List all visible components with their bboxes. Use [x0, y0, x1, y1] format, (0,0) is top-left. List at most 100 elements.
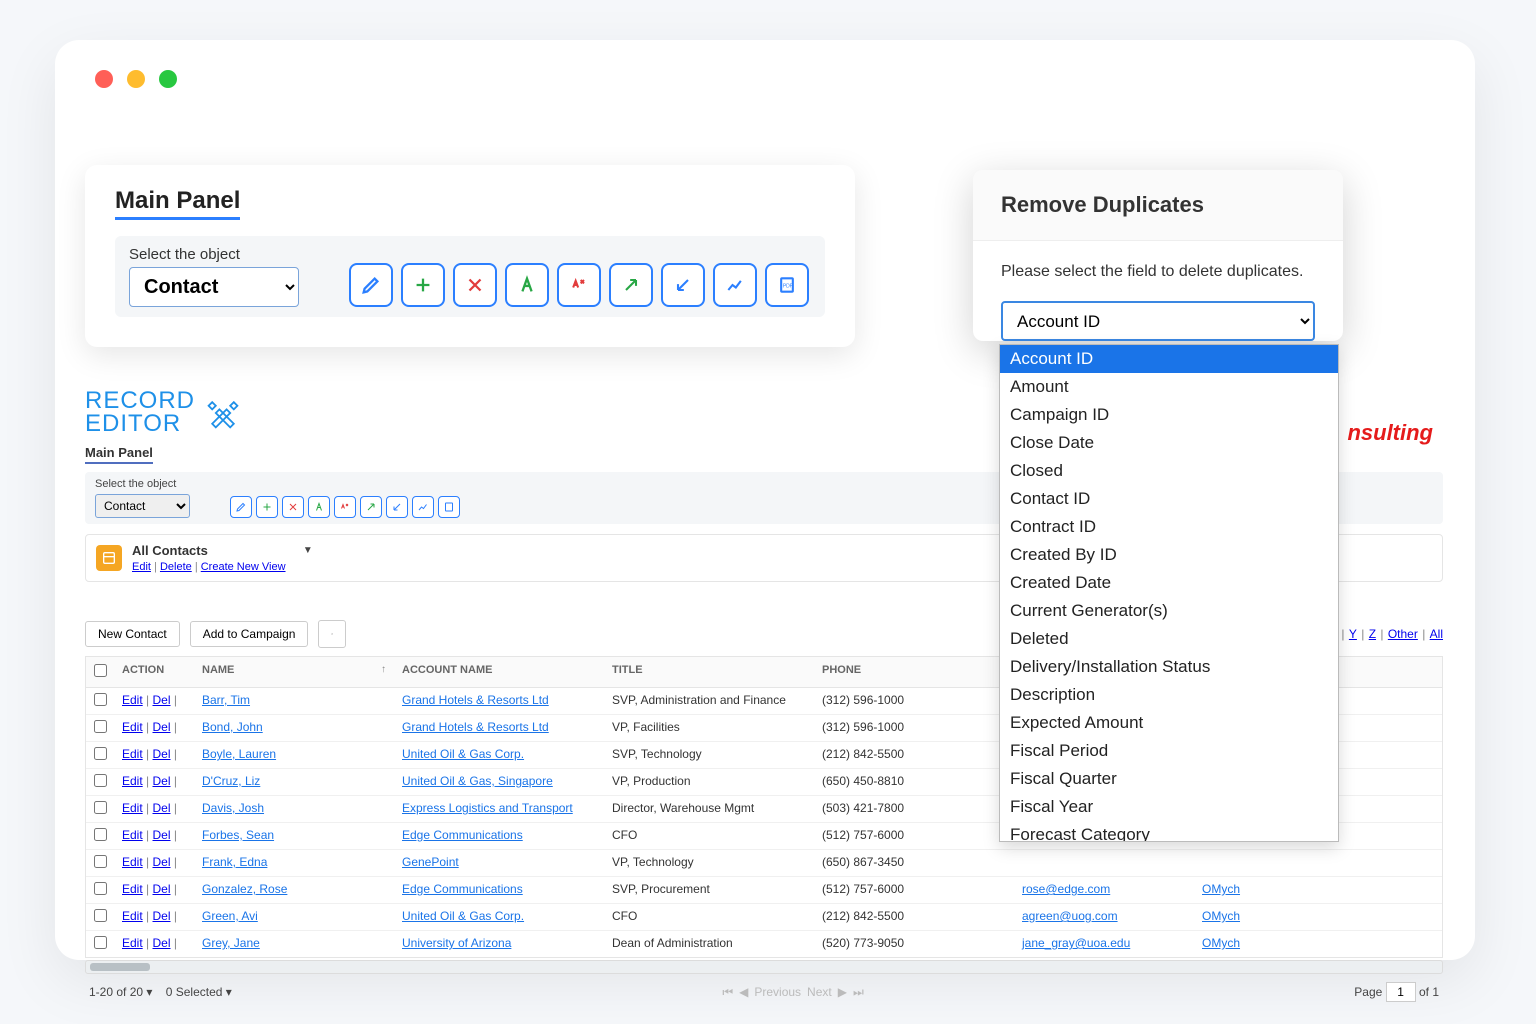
- sm-edit-button[interactable]: [230, 496, 252, 518]
- row-edit-link[interactable]: Edit: [122, 882, 143, 896]
- pdf-button[interactable]: PDF: [765, 263, 809, 307]
- sm-object-select[interactable]: Contact: [95, 494, 190, 518]
- row-del-link[interactable]: Del: [153, 882, 171, 896]
- row-name-link[interactable]: Green, Avi: [202, 909, 258, 923]
- row-account-link[interactable]: Edge Communications: [402, 882, 523, 896]
- dropdown-option[interactable]: Closed: [1000, 457, 1338, 485]
- row-del-link[interactable]: Del: [153, 720, 171, 734]
- row-checkbox[interactable]: [94, 855, 107, 868]
- row-checkbox[interactable]: [94, 801, 107, 814]
- row-account-link[interactable]: United Oil & Gas Corp.: [402, 909, 524, 923]
- row-account-link[interactable]: Grand Hotels & Resorts Ltd: [402, 693, 549, 707]
- row-name-link[interactable]: Davis, Josh: [202, 801, 264, 815]
- row-account-link[interactable]: University of Arizona: [402, 936, 511, 950]
- add-to-campaign-button[interactable]: Add to Campaign: [190, 621, 309, 647]
- row-edit-link[interactable]: Edit: [122, 693, 143, 707]
- edit-button[interactable]: [349, 263, 393, 307]
- row-account-link[interactable]: United Oil & Gas, Singapore: [402, 774, 553, 788]
- row-name-link[interactable]: Bond, John: [202, 720, 263, 734]
- row-account-link[interactable]: Grand Hotels & Resorts Ltd: [402, 720, 549, 734]
- dropdown-option[interactable]: Deleted: [1000, 625, 1338, 653]
- sm-pdf-button[interactable]: [438, 496, 460, 518]
- row-account-link[interactable]: United Oil & Gas Corp.: [402, 747, 524, 761]
- col-phone[interactable]: PHONE: [814, 657, 1014, 687]
- row-owner-link[interactable]: OMych: [1202, 936, 1240, 950]
- dropdown-option[interactable]: Expected Amount: [1000, 709, 1338, 737]
- row-name-link[interactable]: Forbes, Sean: [202, 828, 274, 842]
- sm-replace-button[interactable]: [334, 496, 356, 518]
- row-edit-link[interactable]: Edit: [122, 828, 143, 842]
- select-all-checkbox[interactable]: [94, 664, 107, 677]
- row-checkbox[interactable]: [94, 747, 107, 760]
- row-del-link[interactable]: Del: [153, 828, 171, 842]
- range-indicator[interactable]: 1-20 of 20 ▾: [89, 985, 152, 999]
- row-email-link[interactable]: rose@edge.com: [1022, 882, 1110, 896]
- row-account-link[interactable]: GenePoint: [402, 855, 459, 869]
- page-input[interactable]: [1386, 982, 1416, 1002]
- col-title[interactable]: TITLE: [604, 657, 814, 687]
- horizontal-scrollbar[interactable]: [85, 960, 1443, 974]
- export-button[interactable]: [609, 263, 653, 307]
- dropdown-option[interactable]: Amount: [1000, 373, 1338, 401]
- row-del-link[interactable]: Del: [153, 693, 171, 707]
- selected-indicator[interactable]: 0 Selected ▾: [166, 985, 232, 999]
- dropdown-option[interactable]: Close Date: [1000, 429, 1338, 457]
- row-del-link[interactable]: Del: [153, 747, 171, 761]
- row-checkbox[interactable]: [94, 693, 107, 706]
- row-checkbox[interactable]: [94, 774, 107, 787]
- refresh-button[interactable]: [318, 620, 346, 648]
- row-del-link[interactable]: Del: [153, 936, 171, 950]
- row-name-link[interactable]: Barr, Tim: [202, 693, 250, 707]
- field-dropdown-list[interactable]: Account IDAmountCampaign IDClose DateClo…: [999, 344, 1339, 842]
- row-checkbox[interactable]: [94, 909, 107, 922]
- row-account-link[interactable]: Edge Communications: [402, 828, 523, 842]
- maximize-icon[interactable]: [159, 70, 177, 88]
- add-button[interactable]: [401, 263, 445, 307]
- row-del-link[interactable]: Del: [153, 801, 171, 815]
- next-label[interactable]: Next: [807, 985, 832, 999]
- row-edit-link[interactable]: Edit: [122, 909, 143, 923]
- alpha-link[interactable]: Z: [1369, 627, 1376, 641]
- row-name-link[interactable]: Frank, Edna: [202, 855, 267, 869]
- new-contact-button[interactable]: New Contact: [85, 621, 180, 647]
- row-edit-link[interactable]: Edit: [122, 855, 143, 869]
- alpha-link[interactable]: Y: [1349, 627, 1357, 641]
- row-account-link[interactable]: Express Logistics and Transport: [402, 801, 573, 815]
- row-name-link[interactable]: Grey, Jane: [202, 936, 260, 950]
- import-button[interactable]: [661, 263, 705, 307]
- sm-chart-button[interactable]: [412, 496, 434, 518]
- dropdown-option[interactable]: Forecast Category: [1000, 821, 1338, 842]
- dropdown-option[interactable]: Current Generator(s): [1000, 597, 1338, 625]
- view-delete-link[interactable]: Delete: [160, 561, 192, 573]
- row-edit-link[interactable]: Edit: [122, 774, 143, 788]
- row-edit-link[interactable]: Edit: [122, 801, 143, 815]
- row-edit-link[interactable]: Edit: [122, 747, 143, 761]
- chevron-down-icon[interactable]: ▼: [303, 545, 313, 556]
- prev-page-icon[interactable]: ◀: [739, 985, 748, 999]
- close-icon[interactable]: [95, 70, 113, 88]
- dropdown-option[interactable]: Delivery/Installation Status: [1000, 653, 1338, 681]
- dropdown-option[interactable]: Description: [1000, 681, 1338, 709]
- chart-button[interactable]: [713, 263, 757, 307]
- row-checkbox[interactable]: [94, 936, 107, 949]
- row-del-link[interactable]: Del: [153, 855, 171, 869]
- row-name-link[interactable]: D'Cruz, Liz: [202, 774, 260, 788]
- dropdown-option[interactable]: Contact ID: [1000, 485, 1338, 513]
- row-edit-link[interactable]: Edit: [122, 936, 143, 950]
- row-owner-link[interactable]: OMych: [1202, 909, 1240, 923]
- sm-add-button[interactable]: [256, 496, 278, 518]
- sm-export-button[interactable]: [360, 496, 382, 518]
- row-checkbox[interactable]: [94, 828, 107, 841]
- row-checkbox[interactable]: [94, 882, 107, 895]
- object-select[interactable]: Contact: [129, 267, 299, 307]
- row-edit-link[interactable]: Edit: [122, 720, 143, 734]
- dropdown-option[interactable]: Fiscal Quarter: [1000, 765, 1338, 793]
- row-name-link[interactable]: Boyle, Lauren: [202, 747, 276, 761]
- dropdown-option[interactable]: Contract ID: [1000, 513, 1338, 541]
- next-page-icon[interactable]: ▶: [838, 985, 847, 999]
- sm-import-button[interactable]: [386, 496, 408, 518]
- row-email-link[interactable]: agreen@uog.com: [1022, 909, 1118, 923]
- row-email-link[interactable]: jane_gray@uoa.edu: [1022, 936, 1130, 950]
- row-owner-link[interactable]: OMych: [1202, 882, 1240, 896]
- sm-find-button[interactable]: [308, 496, 330, 518]
